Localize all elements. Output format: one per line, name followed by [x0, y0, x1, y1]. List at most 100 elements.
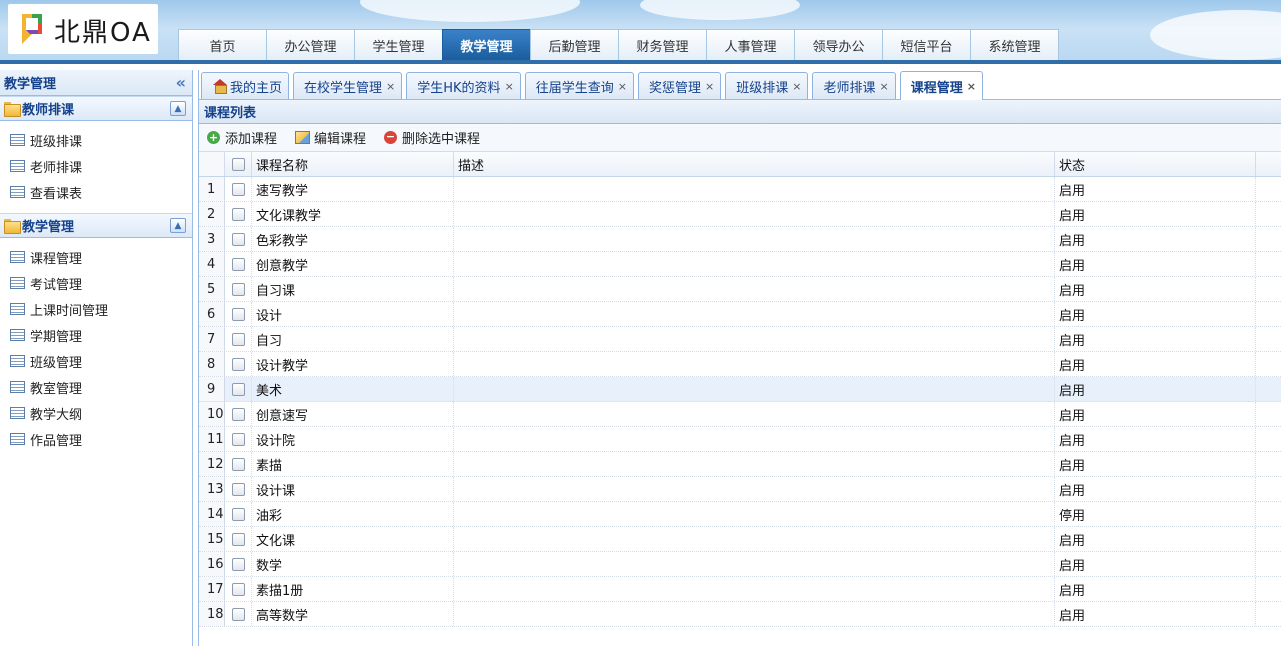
tab[interactable]: 学生HK的资料 ×	[406, 72, 521, 99]
row-checkbox[interactable]	[225, 277, 252, 301]
row-checkbox[interactable]	[225, 552, 252, 576]
nav-item[interactable]: 财务管理	[618, 29, 707, 60]
sidebar-item[interactable]: 班级管理	[0, 348, 192, 374]
sidebar-item[interactable]: 班级排课	[0, 127, 192, 153]
table-row[interactable]: 8 设计教学 启用	[199, 352, 1281, 377]
row-checkbox[interactable]	[225, 527, 252, 551]
sidebar-item[interactable]: 课程管理	[0, 244, 192, 270]
row-checkbox[interactable]	[225, 402, 252, 426]
table-row[interactable]: 12 素描 启用	[199, 452, 1281, 477]
row-checkbox[interactable]	[225, 452, 252, 476]
course-name-cell: 文化课教学	[252, 202, 454, 226]
sidebar-item[interactable]: 作品管理	[0, 426, 192, 452]
table-row[interactable]: 11 设计院 启用	[199, 427, 1281, 452]
home-icon	[212, 79, 228, 94]
table-row[interactable]: 2 文化课教学 启用	[199, 202, 1281, 227]
table-row[interactable]: 17 素描1册 启用	[199, 577, 1281, 602]
nav-item[interactable]: 学生管理	[354, 29, 443, 60]
tab[interactable]: 课程管理 ×	[899, 71, 983, 100]
nav-item[interactable]: 短信平台	[882, 29, 971, 60]
table-row[interactable]: 3 色彩教学 启用	[199, 227, 1281, 252]
tab[interactable]: 在校学生管理 ×	[293, 72, 403, 99]
close-icon[interactable]: ×	[618, 80, 627, 93]
table-row[interactable]: 7 自习 启用	[199, 327, 1281, 352]
row-checkbox[interactable]	[225, 502, 252, 526]
course-desc-cell	[454, 577, 1055, 601]
sidebar-item[interactable]: 考试管理	[0, 270, 192, 296]
row-checkbox[interactable]	[225, 252, 252, 276]
row-checkbox[interactable]	[225, 177, 252, 201]
nav-item[interactable]: 教学管理	[442, 29, 531, 60]
tab[interactable]: 班级排课 ×	[725, 72, 809, 99]
course-name-cell: 自习课	[252, 277, 454, 301]
table-row[interactable]: 18 高等数学 启用	[199, 602, 1281, 627]
close-icon[interactable]: ×	[705, 80, 714, 93]
row-checkbox[interactable]	[225, 352, 252, 376]
column-header-status[interactable]: 状态	[1055, 152, 1256, 176]
row-checkbox[interactable]	[225, 477, 252, 501]
row-checkbox[interactable]	[225, 202, 252, 226]
table-row[interactable]: 15 文化课 启用	[199, 527, 1281, 552]
sidebar-item[interactable]: 上课时间管理	[0, 296, 192, 322]
close-icon[interactable]: ×	[967, 80, 976, 93]
nav-item[interactable]: 人事管理	[706, 29, 795, 60]
table-row[interactable]: 4 创意教学 启用	[199, 252, 1281, 277]
tab-home[interactable]: 我的主页	[201, 72, 290, 99]
tab[interactable]: 老师排课 ×	[812, 72, 896, 99]
row-checkbox[interactable]	[225, 427, 252, 451]
course-status-cell: 启用	[1055, 327, 1256, 351]
add-course-button[interactable]: + 添加课程	[207, 128, 277, 147]
row-checkbox[interactable]	[225, 327, 252, 351]
table-row[interactable]: 16 数学 启用	[199, 552, 1281, 577]
close-icon[interactable]: ×	[880, 80, 889, 93]
sidebar-item[interactable]: 查看课表	[0, 179, 192, 205]
course-status-cell: 启用	[1055, 577, 1256, 601]
sidebar-group-header[interactable]: 教师排课 ▲	[0, 96, 192, 121]
sidebar-header: 教学管理 «	[0, 70, 192, 96]
course-status-cell: 启用	[1055, 402, 1256, 426]
checkbox-icon	[231, 382, 245, 396]
row-number: 7	[199, 327, 225, 351]
row-checkbox[interactable]	[225, 227, 252, 251]
course-name-cell: 文化课	[252, 527, 454, 551]
course-desc-cell	[454, 477, 1055, 501]
course-status-cell: 启用	[1055, 552, 1256, 576]
table-row[interactable]: 13 设计课 启用	[199, 477, 1281, 502]
table-row[interactable]: 6 设计 启用	[199, 302, 1281, 327]
nav-item[interactable]: 系统管理	[970, 29, 1059, 60]
row-checkbox[interactable]	[225, 602, 252, 626]
course-status-cell: 启用	[1055, 177, 1256, 201]
nav-item[interactable]: 领导办公	[794, 29, 883, 60]
collapse-group-icon[interactable]: ▲	[170, 218, 186, 233]
edit-course-button[interactable]: 编辑课程	[295, 128, 366, 147]
sidebar-item[interactable]: 学期管理	[0, 322, 192, 348]
close-icon[interactable]: ×	[386, 80, 395, 93]
table-row[interactable]: 10 创意速写 启用	[199, 402, 1281, 427]
row-number: 8	[199, 352, 225, 376]
sidebar-item[interactable]: 教学大纲	[0, 400, 192, 426]
close-icon[interactable]: ×	[505, 80, 514, 93]
table-row[interactable]: 1 速写教学 启用	[199, 177, 1281, 202]
delete-selected-button[interactable]: − 删除选中课程	[384, 128, 480, 147]
nav-item[interactable]: 后勤管理	[530, 29, 619, 60]
table-row[interactable]: 14 油彩 停用	[199, 502, 1281, 527]
select-all-checkbox[interactable]	[225, 152, 252, 176]
column-header-desc[interactable]: 描述	[454, 152, 1055, 176]
close-icon[interactable]: ×	[792, 80, 801, 93]
sidebar-item[interactable]: 教室管理	[0, 374, 192, 400]
nav-item[interactable]: 办公管理	[266, 29, 355, 60]
row-checkbox[interactable]	[225, 577, 252, 601]
sidebar-item[interactable]: 老师排课	[0, 153, 192, 179]
tab[interactable]: 奖惩管理 ×	[638, 72, 722, 99]
table-row[interactable]: 9 美术 启用	[199, 377, 1281, 402]
nav-item[interactable]: 首页	[178, 29, 267, 60]
row-checkbox[interactable]	[225, 377, 252, 401]
sidebar-group-header[interactable]: 教学管理 ▲	[0, 213, 192, 238]
collapse-group-icon[interactable]: ▲	[170, 101, 186, 116]
tab[interactable]: 往届学生查询 ×	[524, 72, 635, 99]
header-cloud	[360, 0, 580, 22]
collapse-sidebar-icon[interactable]: «	[176, 73, 186, 92]
table-row[interactable]: 5 自习课 启用	[199, 277, 1281, 302]
column-header-name[interactable]: 课程名称	[252, 152, 454, 176]
row-checkbox[interactable]	[225, 302, 252, 326]
